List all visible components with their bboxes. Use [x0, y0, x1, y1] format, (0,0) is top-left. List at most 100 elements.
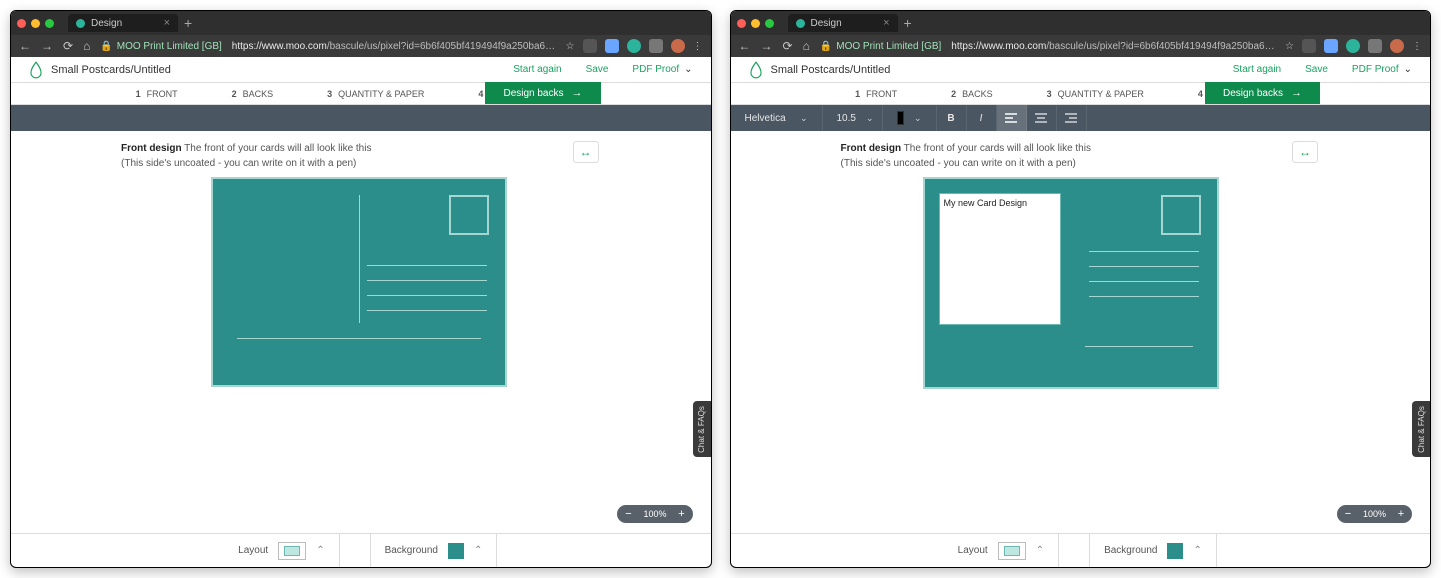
arrow-right-icon: →	[572, 87, 583, 99]
home-button[interactable]: ⌂	[83, 39, 90, 53]
format-toolbar-empty	[11, 105, 711, 131]
step-front[interactable]: 1FRONT	[136, 89, 178, 99]
forward-button[interactable]: →	[41, 39, 53, 53]
textcolor-select[interactable]: ⌄	[883, 105, 937, 131]
tab-close-icon[interactable]: ×	[164, 17, 170, 29]
maximize-window-icon[interactable]	[765, 19, 774, 28]
background-picker[interactable]: Background ⌃	[1089, 534, 1217, 567]
zoom-in-button[interactable]: +	[1394, 507, 1408, 521]
desc-subtitle: The front of your cards will all look li…	[904, 143, 1091, 154]
design-backs-button[interactable]: Design backs →	[485, 82, 600, 104]
back-button[interactable]: ←	[19, 39, 31, 53]
new-tab-button[interactable]: +	[904, 15, 912, 31]
align-left-button[interactable]	[997, 105, 1027, 131]
close-window-icon[interactable]	[17, 19, 26, 28]
extension-icon[interactable]	[649, 39, 663, 53]
profile-avatar-icon[interactable]	[671, 39, 685, 53]
home-button[interactable]: ⌂	[803, 39, 810, 53]
italic-button[interactable]: I	[967, 105, 997, 131]
secure-indicator[interactable]: 🔒 MOO Print Limited [GB]	[100, 41, 221, 52]
extension-icon[interactable]	[1302, 39, 1316, 53]
browser-tab[interactable]: Design ×	[788, 14, 898, 32]
minimize-window-icon[interactable]	[31, 19, 40, 28]
postcard-canvas[interactable]: My new Card Design	[923, 177, 1219, 389]
layout-picker[interactable]: Layout ⌃	[944, 534, 1059, 567]
browser-menu-icon[interactable]: ⋮	[693, 41, 703, 52]
font-select[interactable]: Helvetica ⌄	[731, 105, 823, 131]
extension-icon[interactable]	[1346, 39, 1360, 53]
chat-faq-tab[interactable]: Chat & FAQs	[693, 401, 711, 457]
start-again-link[interactable]: Start again	[513, 64, 561, 75]
zoom-in-button[interactable]: +	[675, 507, 689, 521]
bookmark-star-icon[interactable]: ☆	[1285, 41, 1294, 52]
step-quantity[interactable]: 3QUANTITY & PAPER	[1047, 89, 1144, 99]
rotate-button[interactable]: ↔	[573, 141, 599, 163]
back-button[interactable]: ←	[739, 39, 751, 53]
brand[interactable]: Small Postcards/Untitled	[749, 61, 891, 79]
chevron-up-icon: ⌃	[1193, 545, 1201, 556]
pdf-proof-dropdown[interactable]: PDF Proof ⌄	[1352, 64, 1412, 75]
bottom-bar: Layout ⌃ Background ⌃	[11, 533, 711, 567]
reload-button[interactable]: ⟳	[63, 39, 73, 53]
extension-icon[interactable]	[627, 39, 641, 53]
zoom-out-button[interactable]: −	[1341, 507, 1355, 521]
save-link[interactable]: Save	[586, 64, 609, 75]
maximize-window-icon[interactable]	[45, 19, 54, 28]
address-lines	[367, 265, 487, 311]
tab-close-icon[interactable]: ×	[883, 17, 889, 29]
new-tab-button[interactable]: +	[184, 15, 192, 31]
save-link[interactable]: Save	[1305, 64, 1328, 75]
background-picker[interactable]: Background ⌃	[370, 534, 498, 567]
canvas-area: Front design The front of your cards wil…	[11, 131, 711, 533]
step-quantity[interactable]: 3QUANTITY & PAPER	[327, 89, 424, 99]
reload-button[interactable]: ⟳	[783, 39, 793, 53]
align-right-button[interactable]	[1057, 105, 1087, 131]
extension-icon[interactable]	[583, 39, 597, 53]
chevron-down-icon: ⌄	[866, 113, 874, 124]
fontsize-value: 10.5	[837, 113, 856, 124]
background-label: Background	[385, 545, 438, 556]
align-center-button[interactable]	[1027, 105, 1057, 131]
step-backs[interactable]: 2BACKS	[232, 89, 274, 99]
window-controls	[17, 19, 54, 28]
text-box[interactable]: My new Card Design	[939, 193, 1061, 325]
secure-indicator[interactable]: 🔒 MOO Print Limited [GB]	[820, 41, 941, 52]
window-right: Design × + ← → ⟳ ⌂ 🔒 MOO Print Limited […	[730, 10, 1432, 568]
browser-urlbar: ← → ⟳ ⌂ 🔒 MOO Print Limited [GB] https:/…	[11, 35, 711, 57]
brand[interactable]: Small Postcards/Untitled	[29, 61, 171, 79]
header-links: Start again Save PDF Proof ⌄	[1233, 64, 1412, 75]
tab-title: Design	[811, 18, 842, 29]
step-backs[interactable]: 2BACKS	[951, 89, 993, 99]
font-value: Helvetica	[745, 113, 786, 124]
chevron-down-icon: ⌄	[914, 113, 922, 124]
start-again-link[interactable]: Start again	[1233, 64, 1281, 75]
close-window-icon[interactable]	[737, 19, 746, 28]
step-front[interactable]: 1FRONT	[855, 89, 897, 99]
minimize-window-icon[interactable]	[751, 19, 760, 28]
zoom-out-button[interactable]: −	[621, 507, 635, 521]
stamp-box	[1161, 195, 1201, 235]
design-backs-label: Design backs	[503, 88, 563, 99]
align-left-icon	[1005, 113, 1017, 123]
brand-text: Small Postcards/Untitled	[51, 64, 171, 76]
extension-icon[interactable]	[605, 39, 619, 53]
url-field[interactable]: https://www.moo.com/bascule/us/pixel?id=…	[232, 41, 556, 52]
format-toolbar: Helvetica ⌄ 10.5 ⌄ ⌄ B I	[731, 105, 1431, 131]
postcard-canvas[interactable]	[211, 177, 507, 387]
extension-icon[interactable]	[1324, 39, 1338, 53]
rotate-button[interactable]: ↔	[1292, 141, 1318, 163]
chat-faq-tab[interactable]: Chat & FAQs	[1412, 401, 1430, 457]
browser-tab[interactable]: Design ×	[68, 14, 178, 32]
browser-menu-icon[interactable]: ⋮	[1412, 41, 1422, 52]
browser-tabbar: Design × +	[731, 11, 1431, 35]
bookmark-star-icon[interactable]: ☆	[566, 41, 575, 52]
extension-icon[interactable]	[1368, 39, 1382, 53]
pdf-proof-dropdown[interactable]: PDF Proof ⌄	[632, 64, 692, 75]
design-backs-button[interactable]: Design backs →	[1205, 82, 1320, 104]
forward-button[interactable]: →	[761, 39, 773, 53]
url-field[interactable]: https://www.moo.com/bascule/us/pixel?id=…	[951, 41, 1275, 52]
fontsize-select[interactable]: 10.5 ⌄	[823, 105, 883, 131]
profile-avatar-icon[interactable]	[1390, 39, 1404, 53]
bold-button[interactable]: B	[937, 105, 967, 131]
layout-picker[interactable]: Layout ⌃	[224, 534, 339, 567]
